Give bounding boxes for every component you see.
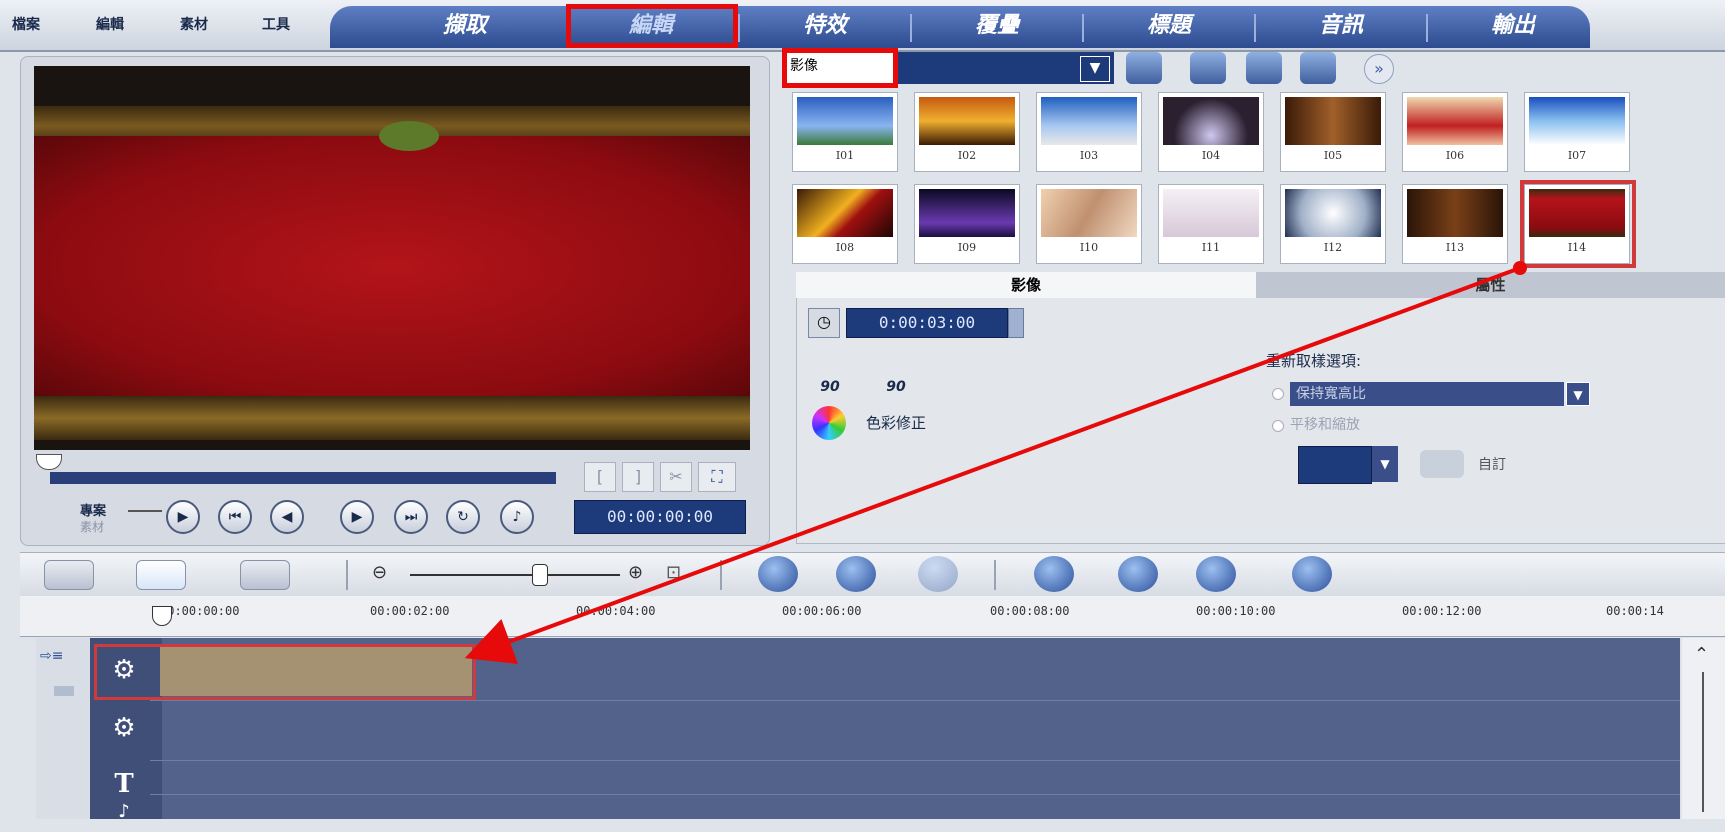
annotation-arrow [464,261,1527,665]
arrow-origin-dot [1513,261,1527,275]
arrow-line [464,266,1521,665]
